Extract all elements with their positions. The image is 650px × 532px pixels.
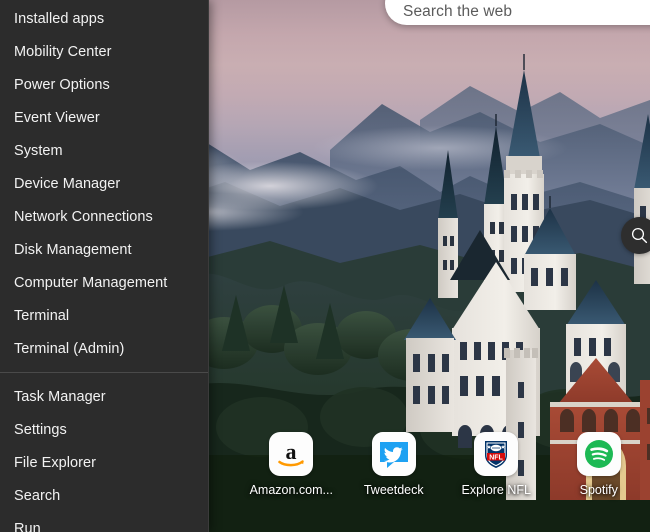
- shortcut-label: Tweetdeck: [364, 483, 424, 497]
- wallpaper-castle: [400, 30, 650, 500]
- web-search-bar[interactable]: Search the web: [385, 0, 650, 25]
- menu-item-event-viewer[interactable]: Event Viewer: [0, 101, 208, 134]
- menu-item-network-connections[interactable]: Network Connections: [0, 200, 208, 233]
- shortcut-amazon[interactable]: a Amazon.com...: [240, 432, 343, 512]
- menu-item-system[interactable]: System: [0, 134, 208, 167]
- menu-item-task-manager[interactable]: Task Manager: [0, 380, 208, 413]
- menu-separator: [0, 372, 208, 373]
- nfl-tile[interactable]: NFL: [474, 432, 518, 476]
- menu-item-installed-apps[interactable]: Installed apps: [0, 2, 208, 35]
- search-icon-button[interactable]: [621, 217, 650, 254]
- shortcut-tweetdeck[interactable]: Tweetdeck: [343, 432, 446, 512]
- shortcut-label: Explore NFL: [462, 483, 531, 497]
- shortcut-label: Spotify: [580, 483, 618, 497]
- menu-item-settings[interactable]: Settings: [0, 413, 208, 446]
- power-user-context-menu: Installed apps Mobility Center Power Opt…: [0, 0, 209, 532]
- svg-text:NFL: NFL: [489, 455, 503, 462]
- desktop-screen: Search the web a Amazon.com...: [0, 0, 650, 532]
- spotify-tile[interactable]: [577, 432, 621, 476]
- twitter-icon: [376, 436, 412, 472]
- spotify-icon: [582, 437, 616, 471]
- nfl-icon: NFL: [479, 437, 513, 471]
- menu-item-mobility-center[interactable]: Mobility Center: [0, 35, 208, 68]
- desktop-shortcuts: a Amazon.com... Tweetdeck: [240, 432, 650, 512]
- shortcut-nfl[interactable]: NFL Explore NFL: [445, 432, 548, 512]
- tweetdeck-tile[interactable]: [372, 432, 416, 476]
- menu-item-terminal[interactable]: Terminal: [0, 299, 208, 332]
- svg-text:a: a: [286, 439, 297, 464]
- menu-item-disk-management[interactable]: Disk Management: [0, 233, 208, 266]
- menu-item-file-explorer[interactable]: File Explorer: [0, 446, 208, 479]
- amazon-icon: a: [273, 436, 309, 472]
- amazon-tile[interactable]: a: [269, 432, 313, 476]
- search-icon: [630, 226, 649, 245]
- menu-item-terminal-admin[interactable]: Terminal (Admin): [0, 332, 208, 365]
- menu-item-search[interactable]: Search: [0, 479, 208, 512]
- search-input-placeholder[interactable]: Search the web: [403, 3, 512, 21]
- menu-item-device-manager[interactable]: Device Manager: [0, 167, 208, 200]
- menu-item-computer-management[interactable]: Computer Management: [0, 266, 208, 299]
- shortcut-label: Amazon.com...: [250, 483, 333, 497]
- shortcut-spotify[interactable]: Spotify: [548, 432, 650, 512]
- menu-item-run[interactable]: Run: [0, 512, 208, 532]
- menu-item-power-options[interactable]: Power Options: [0, 68, 208, 101]
